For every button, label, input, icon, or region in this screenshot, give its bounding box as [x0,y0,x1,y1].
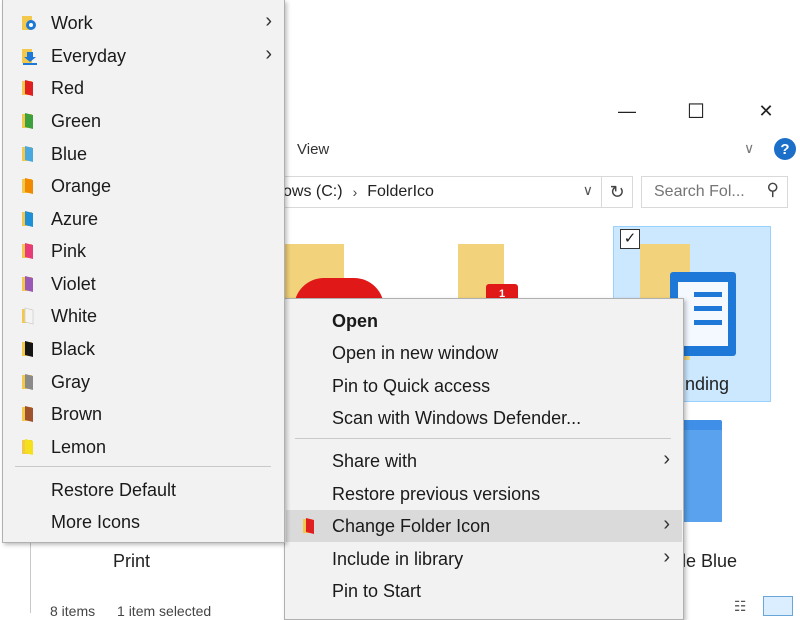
menu-item-restore-previous[interactable]: Restore previous versions [286,478,682,510]
status-selected-count: 1 item selected [117,603,212,619]
red-folder-icon [303,518,314,534]
address-bar[interactable]: ows (C:) › FolderIco ∨ [270,176,602,208]
blue-folder-icon [22,146,33,162]
submenu-item-everyday[interactable]: Everyday › [3,40,284,72]
context-menu: Open Open in new window Pin to Quick acc… [284,298,684,620]
submenu-item-pink[interactable]: Pink [3,235,284,267]
submenu-arrow-icon: › [265,43,272,65]
tile-label-print: Print [113,551,151,571]
submenu-separator [15,466,271,467]
red-folder-icon [22,80,33,96]
submenu-item-azure[interactable]: Azure [3,203,284,235]
tile-label-reading: nding [685,374,730,394]
breadcrumb-separator-icon[interactable]: › [353,184,358,200]
submenu-arrow-icon: › [663,546,670,568]
menu-separator [295,438,671,439]
pink-folder-icon [22,243,33,259]
submenu-item-white[interactable]: White [3,300,284,332]
white-folder-icon [22,307,34,325]
submenu-item-brown[interactable]: Brown [3,398,284,430]
menu-item-share-with[interactable]: Share with › [286,445,682,477]
submenu-item-black[interactable]: Black [3,333,284,365]
menu-item-pin-start[interactable]: Pin to Start [286,575,682,607]
menu-item-pin-quick-access[interactable]: Pin to Quick access [286,370,682,402]
refresh-icon: ↻ [609,181,625,202]
submenu-item-orange[interactable]: Orange [3,170,284,202]
details-view-icon[interactable]: ☷ [734,598,747,615]
large-icons-view-icon[interactable] [763,596,793,616]
close-button[interactable]: ✕ [743,96,789,126]
black-folder-icon [22,341,33,357]
status-item-count: 8 items [50,603,96,619]
submenu-item-red[interactable]: Red [3,72,284,104]
status-bar: 8 items 1 item selected [50,603,211,619]
tile-label-blue: le Blue [682,551,738,571]
submenu-item-lemon[interactable]: Lemon [3,431,284,463]
help-icon[interactable]: ? [774,138,796,160]
submenu-arrow-icon: › [663,513,670,535]
submenu-item-work[interactable]: Work › [3,7,284,39]
violet-folder-icon [22,276,33,292]
azure-folder-icon [22,211,33,227]
search-box[interactable]: ⚲ [641,176,788,208]
gray-folder-icon [22,374,33,390]
search-icon: ⚲ [766,180,779,199]
maximize-button[interactable]: ☐ [673,96,719,126]
ribbon-expand-icon[interactable]: ∨ [744,140,754,157]
folder-tile-important[interactable]: 1 [458,244,538,304]
gear-folder-icon [22,16,36,30]
search-input[interactable] [652,182,766,202]
menu-item-open[interactable]: Open [286,305,682,337]
download-folder-icon [22,49,37,65]
submenu-item-green[interactable]: Green [3,105,284,137]
close-icon: ✕ [758,100,774,121]
green-folder-icon [22,113,33,129]
address-dropdown-icon[interactable]: ∨ [583,182,593,199]
orange-folder-icon [22,178,33,194]
maximize-icon: ☐ [687,100,705,123]
minimize-button[interactable]: — [604,96,650,126]
submenu-item-blue[interactable]: Blue [3,138,284,170]
breadcrumb-drive[interactable]: ows (C:) [283,183,343,201]
menu-item-scan-defender[interactable]: Scan with Windows Defender... [286,402,682,434]
submenu-item-restore-default[interactable]: Restore Default [3,474,284,506]
submenu-item-violet[interactable]: Violet [3,268,284,300]
breadcrumb-folder[interactable]: FolderIco [367,183,434,201]
folder-tile-red[interactable] [284,244,384,308]
lemon-folder-icon [22,439,33,455]
submenu-arrow-icon: › [663,448,670,470]
minimize-icon: — [618,100,636,121]
change-folder-icon-submenu: Work › Everyday › Red Green Blue Orange Azure Pin… [2,0,285,543]
menu-item-change-folder-icon[interactable]: Change Folder Icon › [286,510,682,542]
refresh-button[interactable]: ↻ [601,176,633,208]
submenu-item-more-icons[interactable]: More Icons [3,506,284,538]
tab-view[interactable]: View [297,141,329,158]
menu-item-include-library[interactable]: Include in library › [286,543,682,575]
submenu-arrow-icon: › [265,10,272,32]
selection-checkbox[interactable]: ✓ [620,229,640,249]
menu-item-open-new-window[interactable]: Open in new window [286,337,682,369]
brown-folder-icon [22,406,33,422]
submenu-item-gray[interactable]: Gray [3,366,284,398]
